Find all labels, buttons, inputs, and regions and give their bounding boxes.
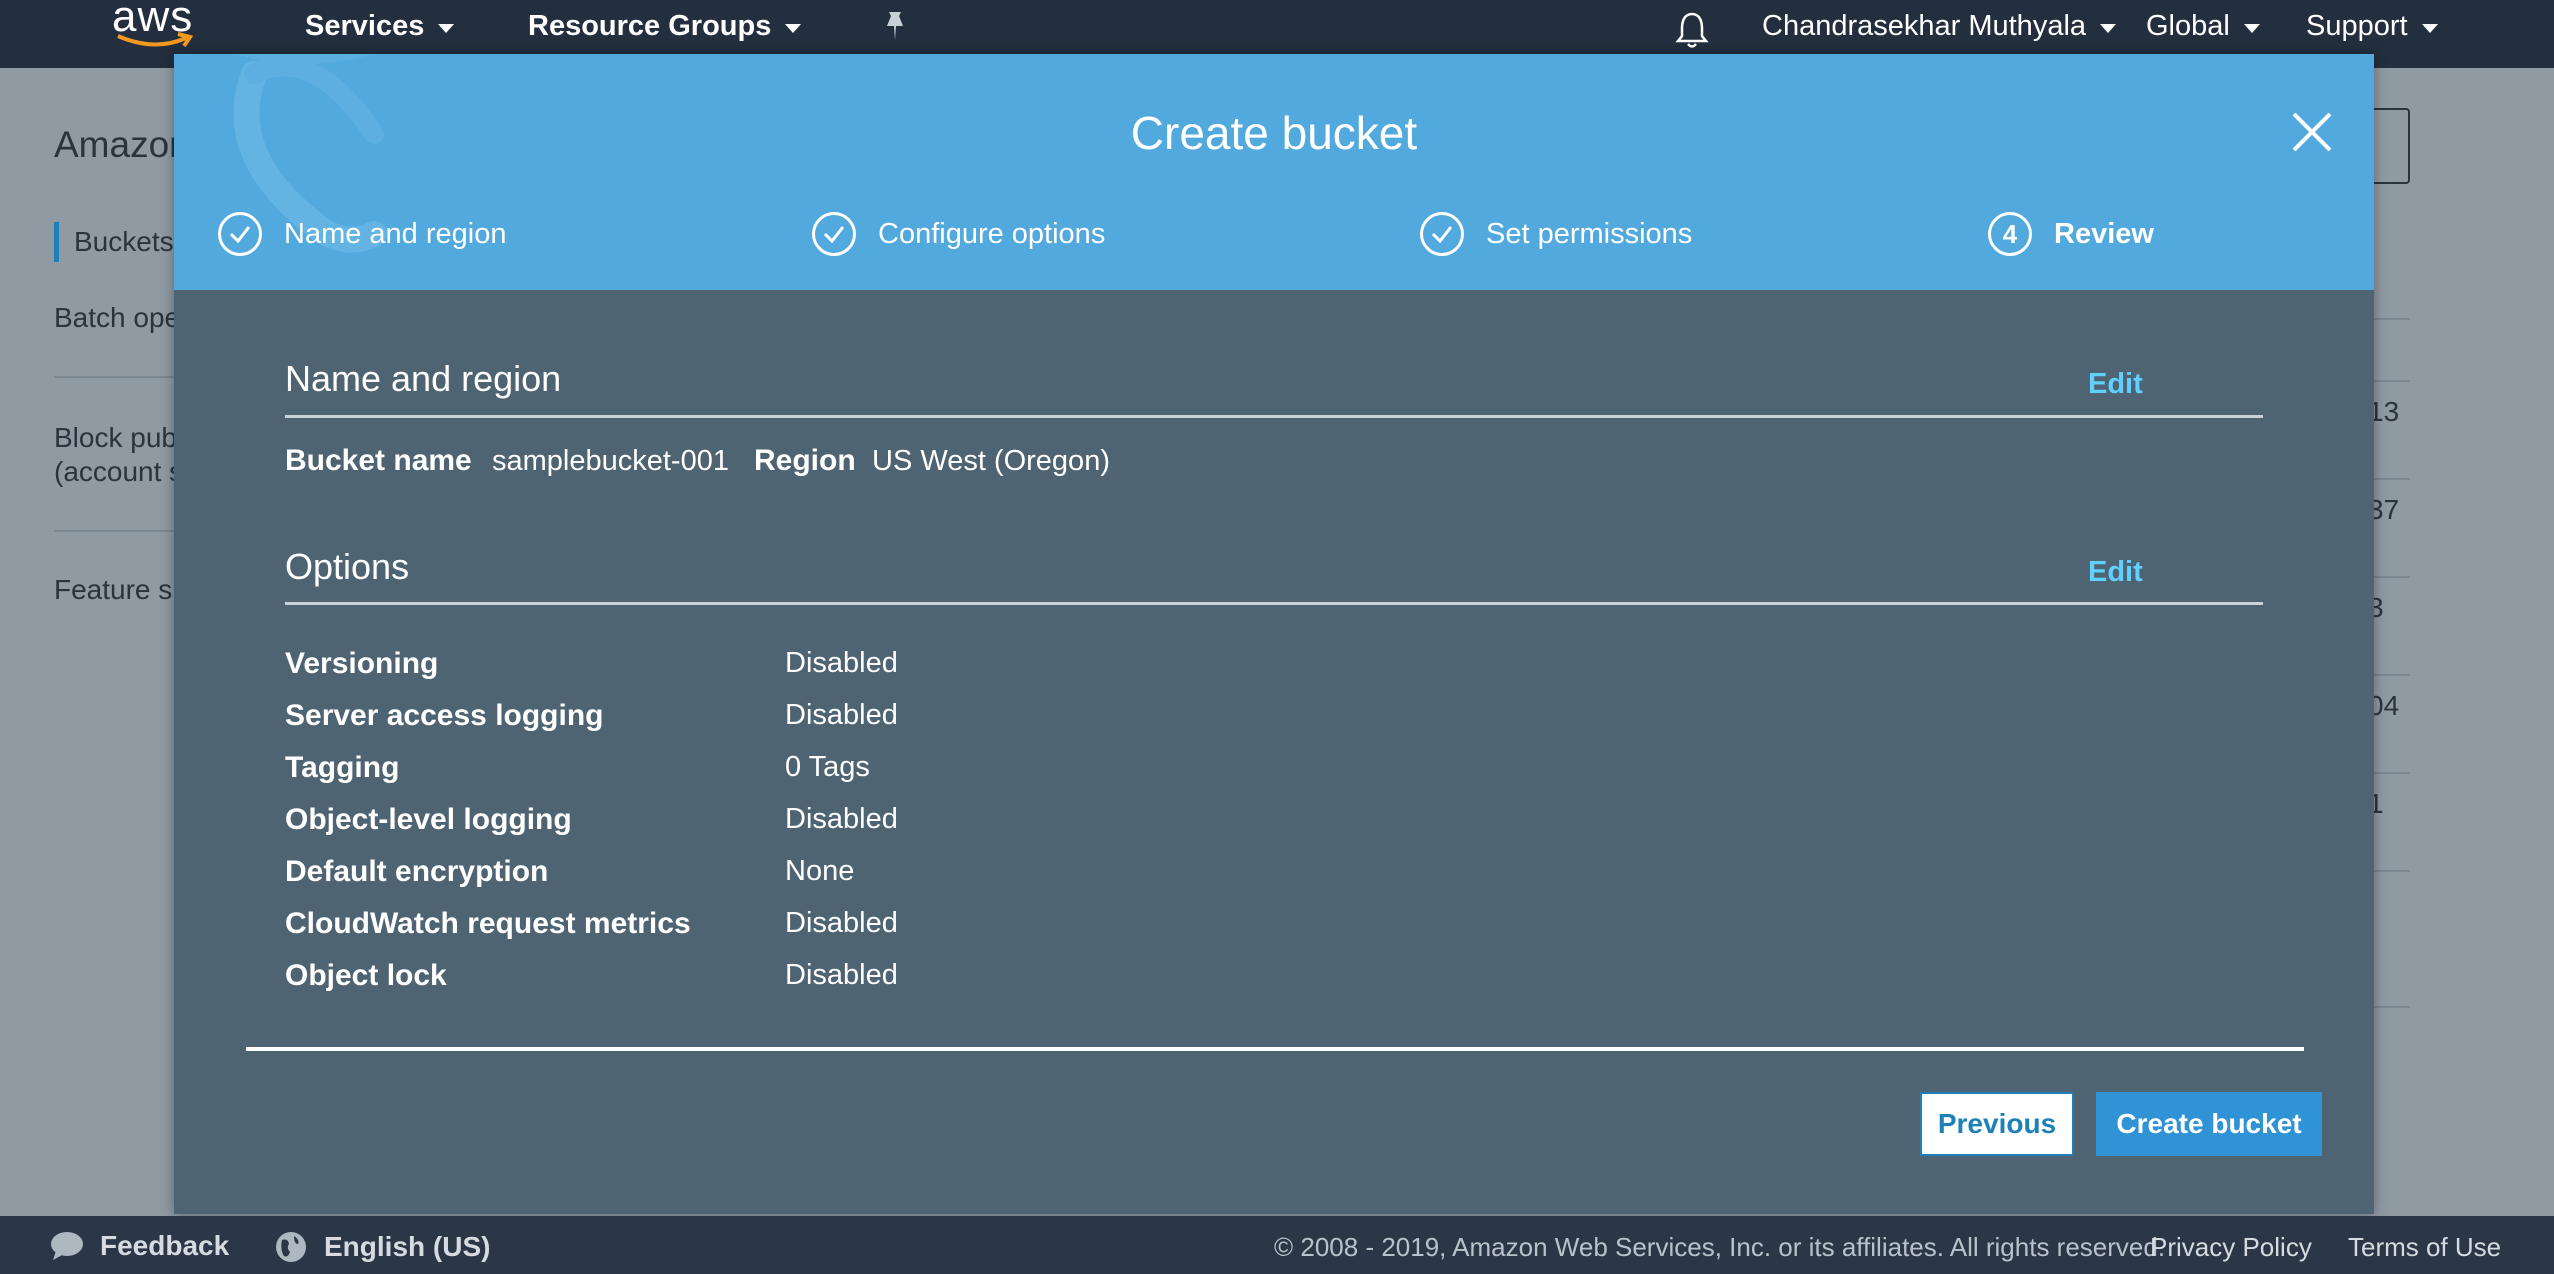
privacy-policy-link[interactable]: Privacy Policy xyxy=(2150,1232,2312,1263)
support-menu[interactable]: Support xyxy=(2306,10,2438,43)
resource-groups-label: Resource Groups xyxy=(528,10,772,42)
close-icon[interactable] xyxy=(2290,110,2334,154)
step-label: Configure options xyxy=(878,217,1106,250)
background-nav-batch[interactable]: Batch ope xyxy=(54,302,180,334)
aws-smile-icon xyxy=(117,32,194,48)
bucket-name-value: samplebucket-001 xyxy=(492,445,729,477)
option-label: Server access logging xyxy=(285,699,604,732)
caret-down-icon xyxy=(785,24,802,33)
region-label: Global xyxy=(2146,10,2230,42)
option-value: 0 Tags xyxy=(785,751,870,783)
option-label: Object-level logging xyxy=(285,803,572,836)
resource-groups-menu[interactable]: Resource Groups xyxy=(528,10,802,43)
check-icon xyxy=(1420,212,1464,256)
step-set-permissions[interactable]: Set permissions xyxy=(1420,212,1692,256)
background-nav-feature[interactable]: Feature sp xyxy=(54,574,188,606)
bell-icon[interactable] xyxy=(1674,10,1710,50)
step-name-and-region[interactable]: Name and region xyxy=(218,212,506,256)
background-nav-block-public[interactable]: Block pub xyxy=(54,422,177,454)
modal-footer-divider xyxy=(246,1047,2304,1051)
option-label: Default encryption xyxy=(285,855,549,888)
step-label: Set permissions xyxy=(1486,217,1693,250)
section-divider xyxy=(285,415,2263,418)
caret-down-icon xyxy=(2100,24,2117,33)
globe-icon xyxy=(276,1232,306,1262)
pin-icon[interactable] xyxy=(880,10,910,44)
modal-title: Create bucket xyxy=(1130,107,1418,159)
caret-down-icon xyxy=(2421,24,2438,33)
name-region-edit-link[interactable]: Edit xyxy=(2088,368,2143,401)
modal-header: Create bucket Name and region Configure … xyxy=(174,54,2374,290)
background-title: Amazon xyxy=(54,124,190,165)
user-name: Chandrasekhar Muthyala xyxy=(1762,10,2087,42)
background-nav-buckets[interactable]: Buckets xyxy=(74,226,174,258)
previous-button[interactable]: Previous xyxy=(1920,1092,2074,1156)
page-footer: Feedback English (US) © 2008 - 2019, Ama… xyxy=(0,1216,2554,1274)
step-review[interactable]: 4 Review xyxy=(1988,212,2154,256)
create-bucket-modal: Create bucket Name and region Configure … xyxy=(174,54,2374,1214)
copyright-text: © 2008 - 2019, Amazon Web Services, Inc.… xyxy=(1274,1232,2166,1262)
feedback-link[interactable]: Feedback xyxy=(50,1230,229,1262)
feedback-label: Feedback xyxy=(100,1230,230,1261)
option-value: None xyxy=(785,855,855,887)
step-configure-options[interactable]: Configure options xyxy=(812,212,1105,256)
check-icon xyxy=(218,212,262,256)
feedback-bubble-icon xyxy=(51,1232,83,1260)
services-label: Services xyxy=(305,10,425,42)
caret-down-icon xyxy=(2243,24,2260,33)
background-dropdown-button[interactable] xyxy=(2370,108,2410,184)
name-region-section-title: Name and region xyxy=(285,358,562,399)
step-number: 4 xyxy=(1988,212,2032,256)
options-section-title: Options xyxy=(285,546,410,587)
caret-down-icon xyxy=(438,24,455,33)
language-selector[interactable]: English (US) xyxy=(274,1230,490,1264)
option-label: Object lock xyxy=(285,959,447,992)
option-value: Disabled xyxy=(785,699,898,731)
region-label: Region xyxy=(754,444,856,477)
user-menu[interactable]: Chandrasekhar Muthyala xyxy=(1762,10,2117,43)
option-label: CloudWatch request metrics xyxy=(285,907,691,940)
region-value: US West (Oregon) xyxy=(872,445,1110,477)
region-menu[interactable]: Global xyxy=(2146,10,2260,43)
create-bucket-button[interactable]: Create bucket xyxy=(2096,1092,2322,1156)
background-nav-block-public-sub: (account s xyxy=(54,456,184,487)
option-value: Disabled xyxy=(785,803,898,835)
section-divider xyxy=(285,602,2263,605)
option-value: Disabled xyxy=(785,907,898,939)
option-label: Tagging xyxy=(285,751,400,784)
terms-of-use-link[interactable]: Terms of Use xyxy=(2348,1232,2501,1263)
language-label: English (US) xyxy=(324,1231,491,1262)
step-label: Review xyxy=(2054,217,2154,250)
options-edit-link[interactable]: Edit xyxy=(2088,556,2143,589)
check-icon xyxy=(812,212,856,256)
services-menu[interactable]: Services xyxy=(305,10,455,43)
option-label: Versioning xyxy=(285,647,439,680)
bucket-name-label: Bucket name xyxy=(285,444,472,477)
support-label: Support xyxy=(2306,10,2408,42)
option-value: Disabled xyxy=(785,647,898,679)
aws-logo[interactable]: aws xyxy=(112,0,202,52)
step-label: Name and region xyxy=(284,217,507,250)
background-active-indicator xyxy=(54,222,59,262)
option-value: Disabled xyxy=(785,959,898,991)
